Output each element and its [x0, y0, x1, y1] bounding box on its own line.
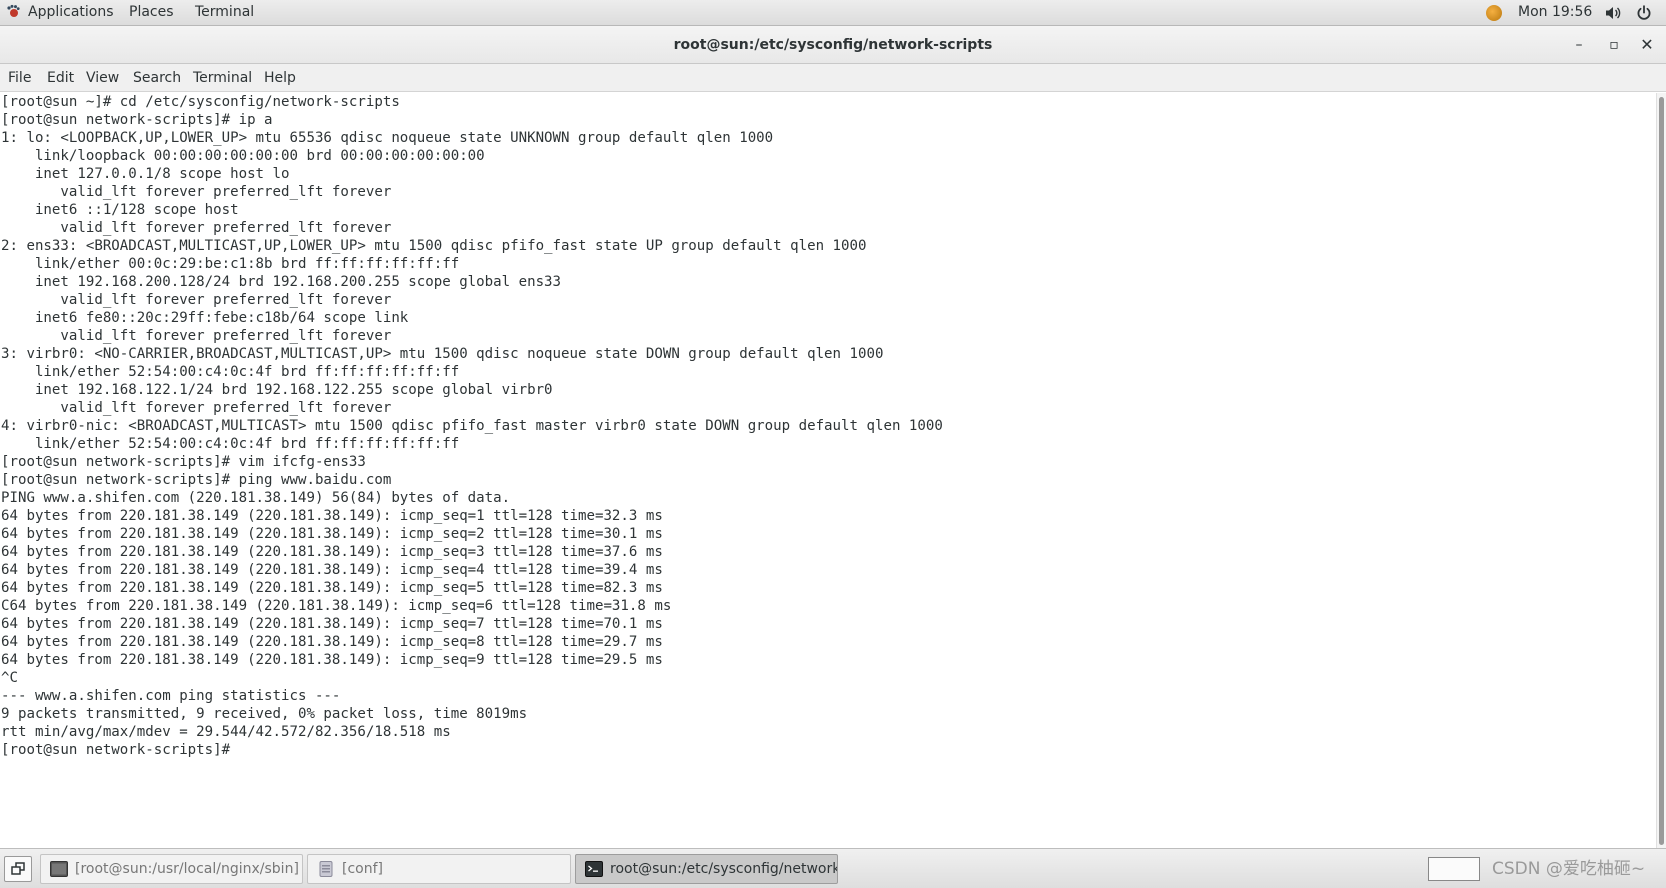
gnome-foot-icon [7, 4, 20, 17]
menu-edit[interactable]: Edit [47, 64, 74, 92]
taskbar-item-label: root@sun:/etc/sysconfig/network-s... [610, 861, 838, 877]
show-desktop-button[interactable] [4, 856, 32, 882]
power-icon[interactable] [1636, 5, 1652, 21]
maximize-button[interactable]: ▫ [1604, 35, 1624, 55]
taskbar-item-nginx-terminal[interactable]: [root@sun:/usr/local/nginx/sbin] [40, 854, 303, 884]
show-desktop-icon [11, 862, 25, 875]
window-title: root@sun:/etc/sysconfig/network-scripts [673, 37, 993, 53]
taskbar-item-network-scripts-terminal[interactable]: root@sun:/etc/sysconfig/network-s... [575, 854, 838, 884]
terminal-menubar: File Edit View Search Terminal Help [0, 64, 1666, 92]
minimize-button[interactable]: – [1569, 35, 1589, 55]
workspace-switcher[interactable] [1428, 857, 1480, 881]
terminal-icon [585, 861, 603, 877]
menu-terminal[interactable]: Terminal [193, 64, 252, 92]
tray-avatar-icon[interactable] [1486, 5, 1502, 21]
top-panel: Applications Places Terminal Mon 19:56 [0, 0, 1666, 26]
menu-search[interactable]: Search [133, 64, 181, 92]
terminal-output[interactable]: [root@sun ~]# cd /etc/sysconfig/network-… [0, 93, 1656, 759]
clock[interactable]: Mon 19:56 [1518, 0, 1592, 26]
menu-file[interactable]: File [8, 64, 31, 92]
terminal-app-menu[interactable]: Terminal [195, 0, 254, 26]
volume-icon[interactable] [1605, 5, 1621, 21]
window-titlebar[interactable]: root@sun:/etc/sysconfig/network-scripts … [0, 26, 1666, 64]
csdn-watermark: CSDN @爱吃柚砸~ [1492, 859, 1646, 879]
file-manager-icon [319, 861, 333, 877]
menu-help[interactable]: Help [264, 64, 296, 92]
places-label: Places [129, 4, 174, 20]
terminal-scrollbar[interactable] [1656, 93, 1666, 848]
terminal-area[interactable]: [root@sun ~]# cd /etc/sysconfig/network-… [0, 93, 1656, 848]
places-menu[interactable]: Places [129, 0, 174, 26]
taskbar-item-label: [conf] [342, 861, 383, 877]
applications-label: Applications [28, 4, 114, 20]
applications-menu[interactable]: Applications [6, 0, 114, 26]
terminal-icon [50, 861, 68, 877]
taskbar: [root@sun:/usr/local/nginx/sbin] [conf] … [0, 848, 1666, 888]
taskbar-item-conf[interactable]: [conf] [307, 854, 571, 884]
menu-view[interactable]: View [86, 64, 119, 92]
close-button[interactable]: ✕ [1637, 35, 1657, 55]
taskbar-item-label: [root@sun:/usr/local/nginx/sbin] [75, 861, 299, 877]
scrollbar-thumb[interactable] [1659, 97, 1664, 845]
terminal-app-label: Terminal [195, 4, 255, 20]
